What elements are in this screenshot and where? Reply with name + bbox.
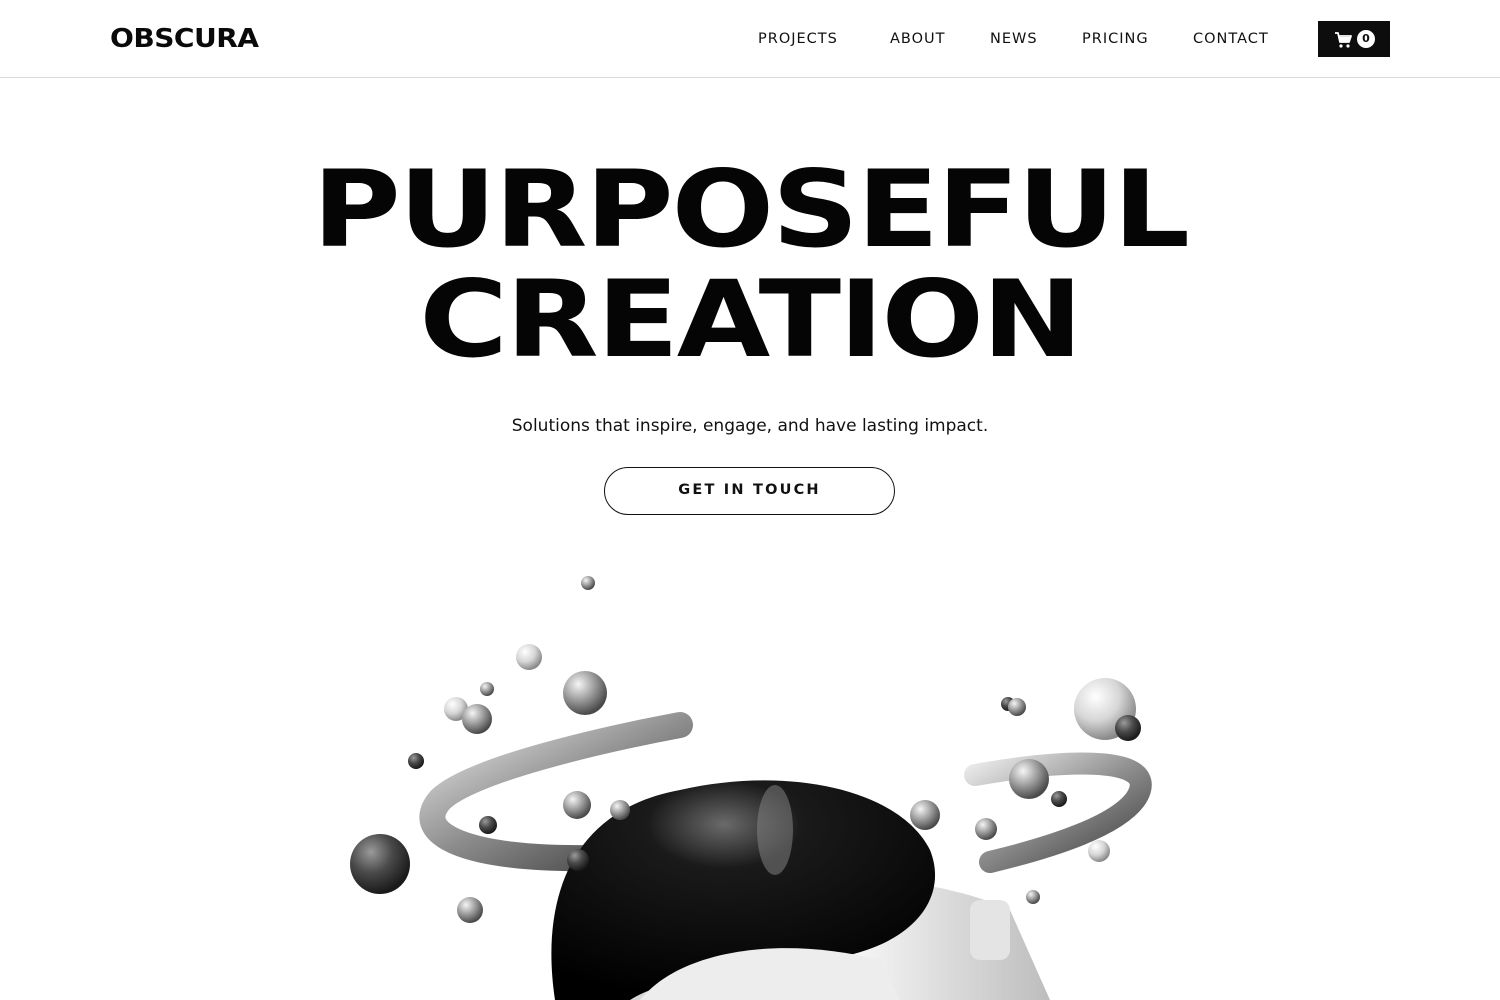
main-nav: PROJECTS ABOUT NEWS PRICING CONTACT [0,28,1500,52]
get-in-touch-button[interactable]: GET IN TOUCH [604,467,895,515]
cart-count-badge: 0 [1357,30,1375,48]
hero-tagline: Solutions that inspire, engage, and have… [511,416,989,436]
hero-image [350,576,1152,1000]
hero-title-line1: PURPOSEFUL [312,148,1190,271]
nav-item-pricing[interactable]: PRICING [1082,28,1149,50]
nav-item-contact[interactable]: CONTACT [1193,28,1269,50]
hero-title-line2: CREATION [419,258,1083,381]
nav-item-projects[interactable]: PROJECTS [758,28,838,50]
site-header: OBSCURA PROJECTS ABOUT NEWS PRICING CONT… [0,0,1500,78]
cart-button[interactable]: 0 [1318,21,1390,57]
cart-icon [1335,32,1352,48]
nav-item-about[interactable]: ABOUT [890,28,946,50]
nav-item-news[interactable]: NEWS [990,28,1038,50]
